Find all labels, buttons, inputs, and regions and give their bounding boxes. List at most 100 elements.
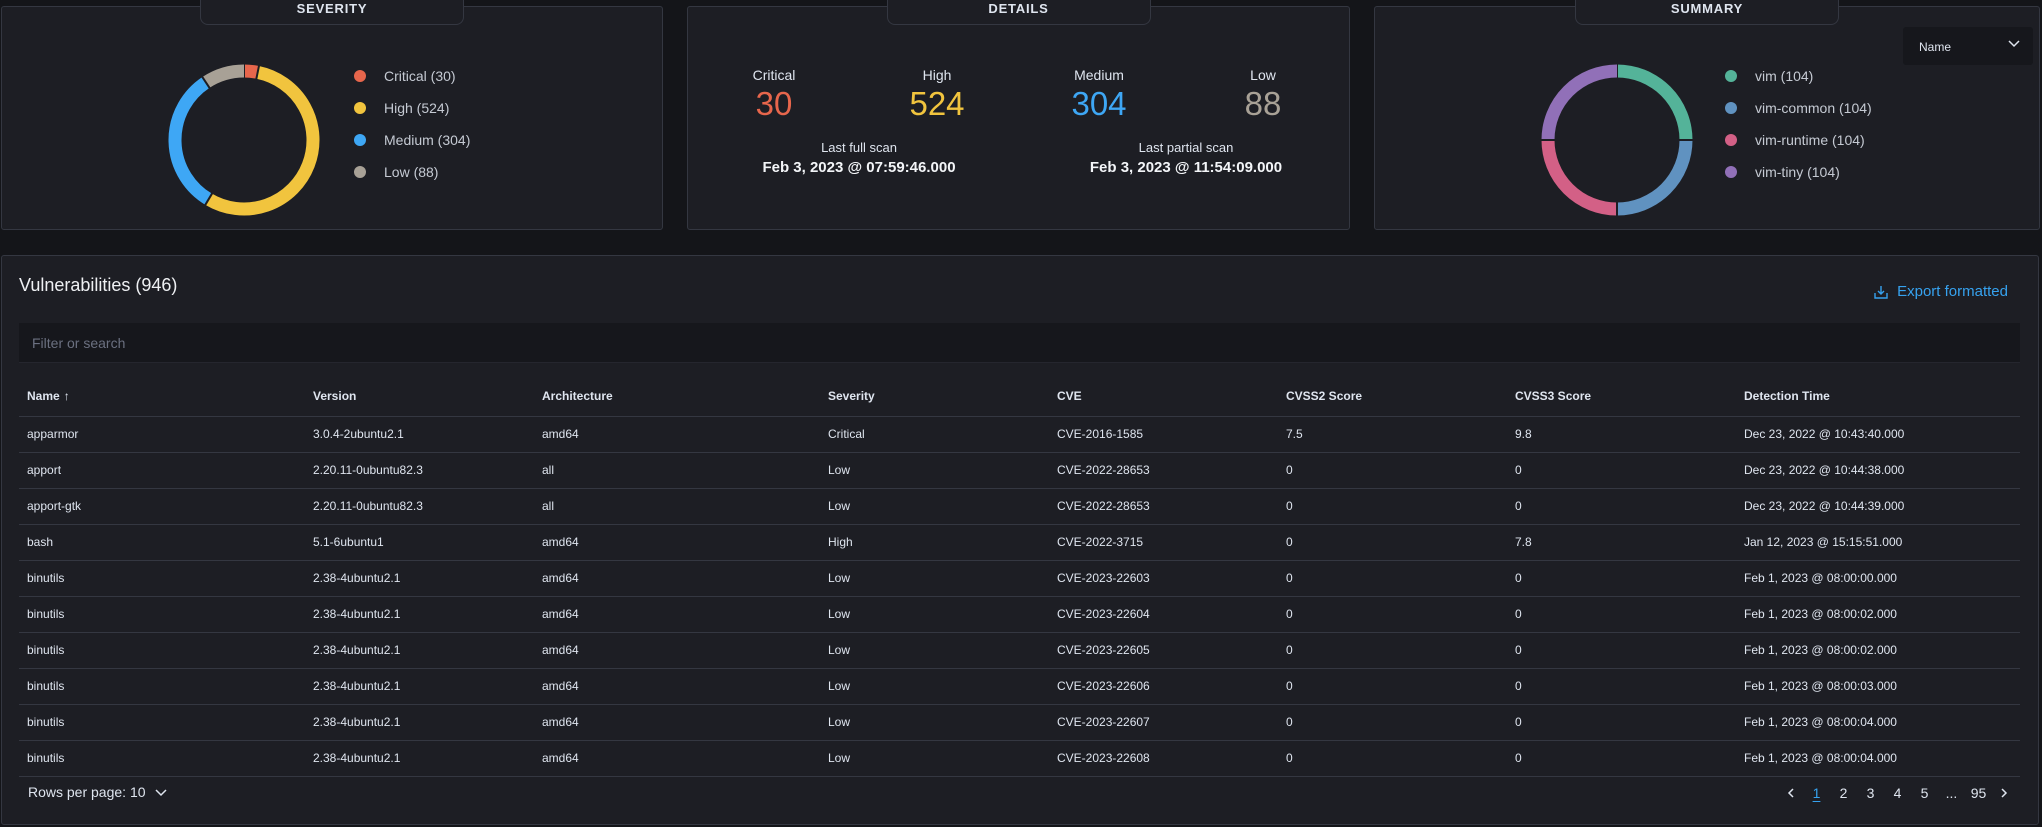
detail-low: Low 88 (1203, 67, 1323, 123)
summary-legend-dot (1725, 102, 1737, 114)
summary-legend-dot (1725, 134, 1737, 146)
cell-severity: Low (820, 740, 1049, 777)
cell-cvss3-score: 0 (1507, 452, 1736, 489)
cell-architecture: all (534, 488, 820, 525)
detail-high-value: 524 (909, 85, 965, 122)
pagination-ellipsis: ... (1945, 785, 1958, 801)
cell-severity: Low (820, 668, 1049, 705)
table-row[interactable]: binutils 2.38-4ubuntu2.1 amd64 Low CVE-2023-… (19, 632, 2020, 669)
page-button[interactable]: 4 (1884, 785, 1911, 801)
column-header-cvss2-score[interactable]: CVSS2 Score (1278, 376, 1507, 417)
detail-low-value: 88 (1244, 85, 1282, 122)
severity-legend-item[interactable]: High (524) (354, 92, 470, 124)
page-button[interactable]: 3 (1857, 785, 1884, 801)
summary-donut-slice[interactable] (1616, 139, 1693, 216)
rows-per-page-button[interactable]: Rows per page: 10 (28, 784, 168, 800)
column-header-detection-time[interactable]: Detection Time (1736, 376, 2020, 417)
page-list: 1 2 3 4 5... 95 (1803, 785, 1992, 801)
detail-medium: Medium 304 (1039, 67, 1159, 123)
page-button[interactable]: 95 (1965, 785, 1992, 801)
summary-donut-slice[interactable] (1541, 64, 1618, 141)
cell-version: 2.38-4ubuntu2.1 (305, 704, 534, 741)
page-button[interactable]: 2 (1830, 785, 1857, 801)
summary-legend-dot (1725, 70, 1737, 82)
column-header-cvss3-score[interactable]: CVSS3 Score (1507, 376, 1736, 417)
summary-donut-slice[interactable] (1616, 64, 1693, 141)
table-header-row: Name ↑ Version Architecture Severity CVE … (19, 376, 2020, 417)
table-row[interactable]: binutils 2.38-4ubuntu2.1 amd64 Low CVE-2023-… (19, 668, 2020, 705)
cell-architecture: all (534, 452, 820, 489)
summary-legend: vim (104) vim-common (104) vim-runtime (10… (1725, 60, 1872, 188)
summary-donut-chart (1540, 63, 1694, 217)
previous-page-button[interactable] (1779, 783, 1803, 803)
detail-critical-label: Critical (752, 67, 796, 83)
details-panel-title: DETAILS (886, 0, 1151, 25)
summary-legend-item[interactable]: vim-common (104) (1725, 92, 1872, 124)
cell-cve: CVE-2023-22606 (1049, 668, 1278, 705)
page-button[interactable]: 5 (1911, 785, 1938, 801)
table-row[interactable]: binutils 2.38-4ubuntu2.1 amd64 Low CVE-2023-… (19, 596, 2020, 633)
severity-legend-item[interactable]: Low (88) (354, 156, 470, 188)
cell-architecture: amd64 (534, 560, 820, 597)
cell-name: binutils (19, 668, 305, 705)
cell-cvss3-score: 0 (1507, 596, 1736, 633)
last-partial-scan-label: Last partial scan (1138, 140, 1234, 155)
column-header-name[interactable]: Name ↑ (19, 376, 305, 417)
severity-legend-item[interactable]: Medium (304) (354, 124, 470, 156)
summary-legend-dot (1725, 166, 1737, 178)
cell-severity: Low (820, 452, 1049, 489)
summary-field-select[interactable]: Name (1903, 27, 2033, 65)
cell-cvss2-score: 0 (1278, 488, 1507, 525)
next-page-button[interactable] (1992, 783, 2016, 803)
table-row[interactable]: binutils 2.38-4ubuntu2.1 amd64 Low CVE-2023-… (19, 560, 2020, 597)
table-row[interactable]: binutils 2.38-4ubuntu2.1 amd64 Low CVE-2023-… (19, 704, 2020, 741)
export-formatted-button[interactable]: Export formatted (1873, 283, 2008, 300)
column-header-severity[interactable]: Severity (820, 376, 1049, 417)
cell-name: apport-gtk (19, 488, 305, 525)
cell-cvss2-score: 0 (1278, 560, 1507, 597)
detail-medium-value: 304 (1071, 85, 1127, 122)
page-button[interactable]: 1 (1803, 785, 1830, 801)
cell-cvss3-score: 0 (1507, 632, 1736, 669)
cell-detection-time: Feb 1, 2023 @ 08:00:02.000 (1736, 596, 2020, 633)
summary-legend-label: vim-common (104) (1755, 100, 1872, 116)
severity-legend-label: Medium (304) (384, 132, 471, 148)
cell-detection-time: Feb 1, 2023 @ 08:00:04.000 (1736, 704, 2020, 741)
filter-search-input[interactable] (19, 323, 2020, 363)
table-row[interactable]: apparmor 3.0.4-2ubuntu2.1 amd64 Critical CVE… (19, 416, 2020, 453)
summary-donut-slice[interactable] (1541, 139, 1618, 216)
cell-detection-time: Dec 23, 2022 @ 10:44:39.000 (1736, 488, 2020, 525)
severity-panel-title: SEVERITY (200, 0, 464, 25)
severity-donut-slice[interactable] (168, 77, 213, 205)
summary-legend-item[interactable]: vim (104) (1725, 60, 1872, 92)
column-header-version[interactable]: Version (305, 376, 534, 417)
severity-legend-label: Critical (30) (384, 68, 456, 84)
column-header-architecture[interactable]: Architecture (534, 376, 820, 417)
summary-legend-label: vim-runtime (104) (1755, 132, 1865, 148)
severity-donut-slice[interactable] (202, 64, 245, 89)
severity-donut-slice[interactable] (243, 64, 259, 79)
severity-legend: Critical (30) High (524) Medium (304) Low (… (354, 60, 470, 188)
cell-cve: CVE-2023-22603 (1049, 560, 1278, 597)
cell-cvss2-score: 0 (1278, 668, 1507, 705)
summary-legend-item[interactable]: vim-tiny (104) (1725, 156, 1872, 188)
table-row[interactable]: binutils 2.38-4ubuntu2.1 amd64 Low CVE-2023-… (19, 740, 2020, 777)
cell-cvss3-score: 0 (1507, 704, 1736, 741)
summary-field-select-value: Name (1919, 40, 1952, 54)
severity-legend-item[interactable]: Critical (30) (354, 60, 470, 92)
table-row[interactable]: apport 2.20.11-0ubuntu82.3 all Low CVE-2022-… (19, 452, 2020, 489)
cell-architecture: amd64 (534, 704, 820, 741)
cell-cvss3-score: 0 (1507, 488, 1736, 525)
chevron-down-icon (155, 789, 167, 797)
summary-legend-item[interactable]: vim-runtime (104) (1725, 124, 1872, 156)
column-header-cve[interactable]: CVE (1049, 376, 1278, 417)
cell-cve: CVE-2016-1585 (1049, 416, 1278, 453)
table-row[interactable]: apport-gtk 2.20.11-0ubuntu82.3 all Low CVE-2… (19, 488, 2020, 525)
detail-high: High 524 (877, 67, 997, 123)
cell-detection-time: Dec 23, 2022 @ 10:43:40.000 (1736, 416, 2020, 453)
cell-version: 2.38-4ubuntu2.1 (305, 632, 534, 669)
severity-donut-slice[interactable] (205, 65, 320, 216)
severity-legend-label: High (524) (384, 100, 450, 116)
table-row[interactable]: bash 5.1-6ubuntu1 amd64 High CVE-2022-3715 0 7… (19, 524, 2020, 561)
cell-cve: CVE-2023-22605 (1049, 632, 1278, 669)
